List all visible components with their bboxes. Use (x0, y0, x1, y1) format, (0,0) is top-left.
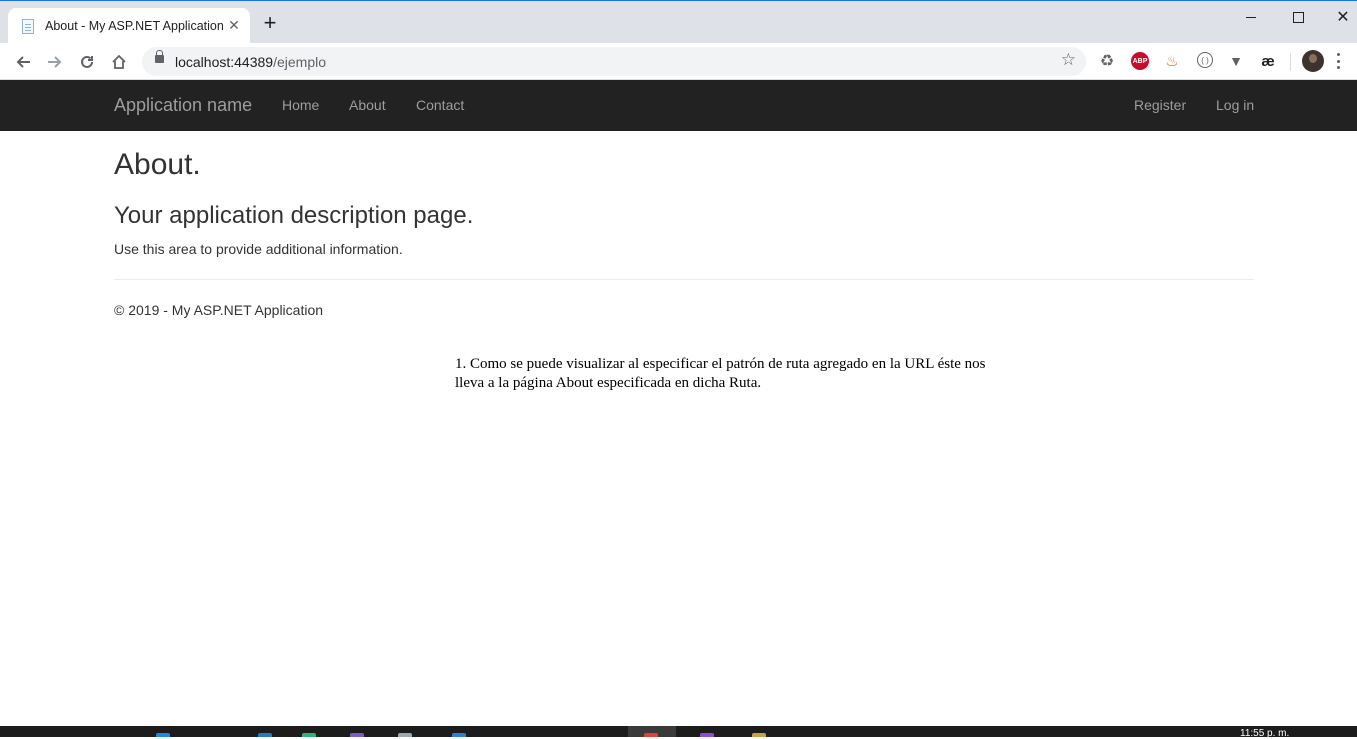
annotation-note: 1. Como se puede visualizar al especific… (455, 356, 986, 391)
back-button[interactable] (12, 51, 34, 73)
footer-divider (114, 279, 1254, 280)
taskbar-app-icon[interactable] (350, 733, 364, 737)
nav-link-about[interactable]: About (349, 97, 386, 113)
home-icon (112, 54, 126, 69)
page-title: About. (114, 148, 201, 181)
window-close-button[interactable]: ✕ (1320, 1, 1357, 33)
profile-avatar[interactable] (1302, 50, 1324, 72)
tab-title: About - My ASP.NET Application (45, 19, 224, 33)
url-text[interactable]: localhost:44389/ejemplo (175, 54, 326, 70)
taskbar-app-icon[interactable] (156, 733, 170, 737)
url-host: localhost:44389 (175, 54, 274, 70)
minimize-icon (1246, 16, 1256, 18)
page-subtitle: Your application description page. (114, 202, 474, 229)
bookmark-star-icon[interactable]: ☆ (1061, 50, 1076, 70)
ae-icon[interactable]: æ (1259, 52, 1277, 70)
taskbar-app-icon[interactable] (752, 733, 766, 737)
nav-link-home[interactable]: Home (282, 97, 319, 113)
maximize-icon (1292, 11, 1304, 23)
nav-link-register[interactable]: Register (1134, 97, 1186, 113)
fire-icon[interactable]: ♨ (1163, 52, 1181, 70)
browser-menu-icon[interactable] (1336, 53, 1340, 69)
nav-link-login[interactable]: Log in (1216, 97, 1254, 113)
toolbar-separator (1290, 53, 1291, 71)
browser-tabstrip: About - My ASP.NET Application ✕ + ✕ (0, 0, 1357, 44)
window-maximize-button[interactable] (1275, 1, 1321, 33)
tab-close-icon[interactable]: ✕ (226, 17, 242, 33)
reload-button[interactable] (76, 51, 98, 73)
url-path: /ejemplo (273, 54, 326, 70)
browser-toolbar: localhost:44389/ejemplo ☆ ♻ ABP ♨ ( ) ▼ … (0, 43, 1357, 80)
forward-button[interactable] (44, 51, 66, 73)
page-paragraph: Use this area to provide additional info… (114, 241, 403, 257)
address-bar[interactable]: localhost:44389/ejemplo ☆ (142, 47, 1086, 76)
recycle-icon[interactable]: ♻ (1098, 52, 1116, 70)
taskbar-app-icon[interactable] (398, 733, 412, 737)
lock-icon (155, 50, 164, 63)
home-button[interactable] (108, 51, 130, 73)
new-tab-button[interactable]: + (260, 12, 280, 34)
navbar-brand[interactable]: Application name (114, 95, 252, 116)
chrome-taskbar-icon[interactable] (644, 733, 658, 737)
site-navbar: Application name Home About Contact Regi… (0, 80, 1357, 131)
back-arrow-icon (16, 56, 30, 68)
forward-arrow-icon (48, 56, 62, 68)
footer-copyright: © 2019 - My ASP.NET Application (114, 302, 324, 318)
bracket-icon[interactable]: ( ) (1197, 52, 1213, 68)
os-taskbar: 11:55 p. m. (0, 726, 1357, 739)
nav-link-contact[interactable]: Contact (416, 97, 464, 113)
taskbar-app-icon[interactable] (302, 733, 316, 737)
taskbar-app-icon[interactable] (700, 733, 714, 737)
taskbar-clock: 11:55 p. m. (1240, 728, 1290, 739)
close-icon: ✕ (1336, 9, 1350, 26)
taskbar-app-icon[interactable] (452, 733, 466, 737)
browser-tab-active[interactable]: About - My ASP.NET Application ✕ (8, 8, 250, 44)
adblock-plus-icon[interactable]: ABP (1131, 52, 1149, 70)
reload-icon (81, 55, 93, 68)
page-favicon-icon (22, 19, 34, 34)
window-minimize-button[interactable] (1228, 1, 1274, 33)
taskbar-app-icon[interactable] (258, 733, 272, 737)
vue-devtools-icon[interactable]: ▼ (1227, 52, 1245, 70)
